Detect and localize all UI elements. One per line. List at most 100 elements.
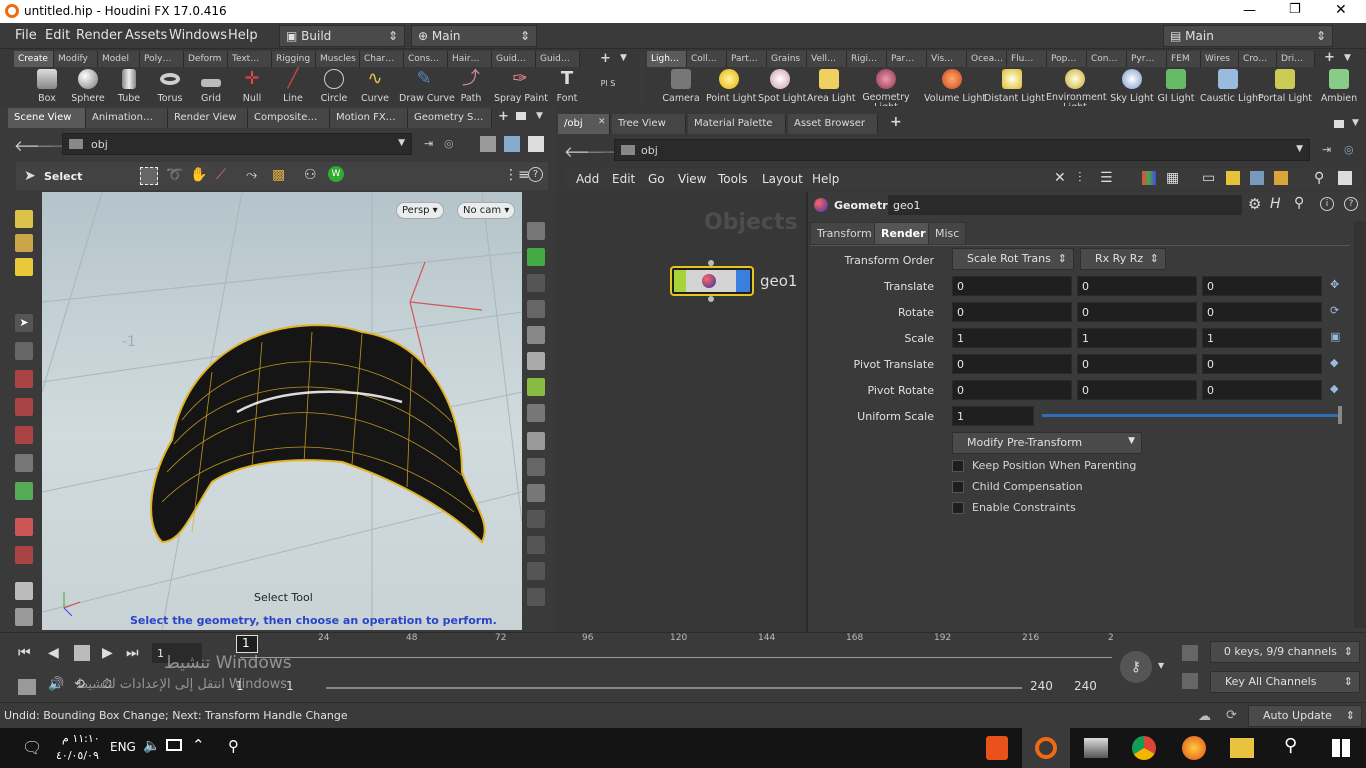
rotate-handle-icon[interactable]: ⟳ — [1330, 304, 1339, 317]
tab-geometry-spreadsheet[interactable]: Geometry S… — [408, 108, 492, 128]
select-groups-icon[interactable]: ▩ — [272, 167, 285, 183]
handle-tool-icon[interactable] — [15, 482, 33, 500]
rotate-x-field[interactable]: 0 — [952, 302, 1072, 322]
tool-sphere[interactable]: Sphere — [71, 69, 105, 104]
magnet-icon[interactable] — [15, 546, 33, 564]
clock-time[interactable]: ١١:١٠ م — [62, 732, 100, 745]
key-all-channels-dropdown[interactable]: Key All Channels ⇕ — [1210, 671, 1360, 693]
tool-ambient-light[interactable]: Ambien — [1316, 69, 1362, 104]
current-frame-marker[interactable]: 1 — [236, 635, 258, 653]
taskbar-chrome-icon[interactable] — [1132, 736, 1156, 760]
menu-help[interactable]: Help — [228, 28, 258, 43]
list-layout-icon[interactable]: ☰ — [1100, 170, 1113, 186]
net-menu-add[interactable]: Add — [576, 172, 599, 186]
close-tab-icon[interactable]: ✕ — [598, 117, 606, 127]
tool-box[interactable]: Box — [30, 69, 64, 104]
laser-select-icon[interactable]: ⟋ — [216, 167, 226, 183]
shelf-tab-deform[interactable]: Deform — [184, 51, 228, 67]
grid-view-icon[interactable]: ▦ — [1166, 170, 1179, 186]
tool-grid[interactable]: Grid — [194, 69, 228, 104]
key-icon[interactable]: ⚷ — [1120, 651, 1152, 683]
maximize-pane-icon[interactable] — [1334, 120, 1344, 128]
display-vis-icon[interactable] — [527, 378, 545, 396]
keep-position-checkbox[interactable] — [952, 460, 964, 472]
shelf-tab-pyro[interactable]: Pyr… — [1127, 51, 1167, 67]
tab-material-palette[interactable]: Material Palette — [688, 114, 786, 134]
audio-icon[interactable]: 🔊 — [48, 677, 64, 692]
tool-font[interactable]: T Font — [552, 69, 582, 105]
network-editor[interactable]: Objects geo1 — [556, 192, 806, 632]
tool-caustic-light[interactable]: Caustic Light — [1200, 69, 1262, 104]
volume-icon[interactable]: 🔈 — [143, 738, 160, 754]
key-menu-icon[interactable]: ▼ — [1158, 661, 1164, 670]
param-tab-misc[interactable]: Misc — [928, 222, 967, 245]
select-visible-icon[interactable]: ⤳ — [246, 167, 257, 183]
shelf-tab-create[interactable]: Create — [14, 51, 54, 67]
param-tab-render[interactable]: Render — [874, 222, 933, 245]
tool-draw-curve[interactable]: ✎ Draw Curve — [399, 69, 455, 105]
minimize-button[interactable]: — — [1243, 3, 1256, 18]
tab-motion-fx[interactable]: Motion FX… — [330, 108, 408, 128]
pivot-translate-x-field[interactable]: 0 — [952, 354, 1072, 374]
shelf-tab-crowds[interactable]: Cro… — [1239, 51, 1277, 67]
shelf-tab-particles[interactable]: Part… — [727, 51, 767, 67]
transform-order-dropdown[interactable]: Scale Rot Trans ⇕ — [952, 248, 1074, 270]
geometry-shape[interactable] — [150, 324, 486, 544]
translate-z-field[interactable]: 0 — [1202, 276, 1322, 296]
menu-assets[interactable]: Assets — [125, 28, 167, 43]
path-field[interactable]: obj ▼ — [614, 139, 1310, 161]
tool-sky-light[interactable]: Sky Light — [1110, 69, 1154, 104]
pose-tool-icon[interactable] — [15, 454, 33, 472]
shelf-tab-text[interactable]: Text… — [228, 51, 272, 67]
pane-menu-icon[interactable]: ▼ — [536, 111, 543, 121]
tool-volume-light[interactable]: Volume Light — [924, 69, 986, 104]
handle-mode-icon[interactable] — [15, 234, 33, 252]
child-compensation-checkbox[interactable] — [952, 481, 964, 493]
node-render-flag[interactable] — [736, 270, 750, 292]
tray-chevron-icon[interactable]: ⌃ — [192, 736, 205, 754]
network-box-icon[interactable]: ▭ — [1202, 170, 1215, 186]
jump-start-icon[interactable]: ⏮ — [18, 645, 31, 661]
info-icon[interactable]: i — [1320, 197, 1334, 211]
shelf-tab-lights[interactable]: Ligh… — [647, 51, 687, 67]
tab-animation[interactable]: Animation… — [86, 108, 168, 128]
camera-dropdown[interactable]: No cam ▾ — [457, 202, 516, 219]
shelf-menu-icon[interactable]: ▼ — [620, 53, 627, 63]
search-icon[interactable]: ⚲ — [1294, 195, 1304, 211]
shelf-tab-wires[interactable]: Wires — [1201, 51, 1239, 67]
refresh-icon[interactable]: ⟳ — [1226, 708, 1237, 723]
display-points-icon[interactable] — [527, 248, 545, 266]
channel-list-icon[interactable] — [1182, 645, 1198, 661]
color-palette-icon[interactable] — [1142, 171, 1156, 185]
realtime-icon[interactable]: ⏱ — [102, 677, 112, 692]
close-button[interactable]: ✕ — [1335, 2, 1347, 18]
search-icon[interactable]: ⚲ — [1314, 170, 1324, 186]
restore-button[interactable]: ❐ — [1289, 2, 1301, 17]
node-display-flag[interactable] — [674, 270, 686, 292]
rotation-order-dropdown[interactable]: Rx Ry Rz ⇕ — [1080, 248, 1166, 270]
param-tab-transform[interactable]: Transform — [810, 222, 879, 245]
shelf-tab-poly[interactable]: Poly… — [140, 51, 184, 67]
shelf-tab-model[interactable]: Model — [98, 51, 140, 67]
jump-end-icon[interactable]: ⏭ — [126, 645, 139, 661]
keys-info-dropdown[interactable]: 0 keys, 9/9 channels ⇕ — [1210, 641, 1360, 663]
clock-date[interactable]: ٤٠/٠٥/٠٩ — [56, 749, 99, 762]
tool-tube[interactable]: Tube — [112, 69, 146, 104]
tool-null[interactable]: ✛ Null — [235, 69, 269, 105]
net-menu-tools[interactable]: Tools — [718, 172, 748, 186]
construction-plane-icon[interactable] — [15, 582, 33, 600]
net-menu-view[interactable]: View — [678, 172, 706, 186]
add-tab-icon[interactable]: + — [498, 109, 509, 124]
display-point-icon[interactable] — [527, 510, 545, 528]
tool-circle[interactable]: Circle — [317, 69, 351, 104]
pivot-translate-z-field[interactable]: 0 — [1202, 354, 1322, 374]
taskbar-houdini-icon[interactable] — [1022, 728, 1070, 768]
tool-spot-light[interactable]: Spot Light — [758, 69, 806, 104]
scale-z-field[interactable]: 1 — [1202, 328, 1322, 348]
tool-curve[interactable]: ∿ Curve — [358, 69, 392, 105]
paint-select-icon[interactable]: ✋ — [190, 167, 207, 183]
link-icon[interactable]: ◎ — [444, 137, 454, 150]
tool-torus[interactable]: Torus — [153, 69, 187, 104]
tab-render-view[interactable]: Render View — [168, 108, 248, 128]
rotate-z-field[interactable]: 0 — [1202, 302, 1322, 322]
